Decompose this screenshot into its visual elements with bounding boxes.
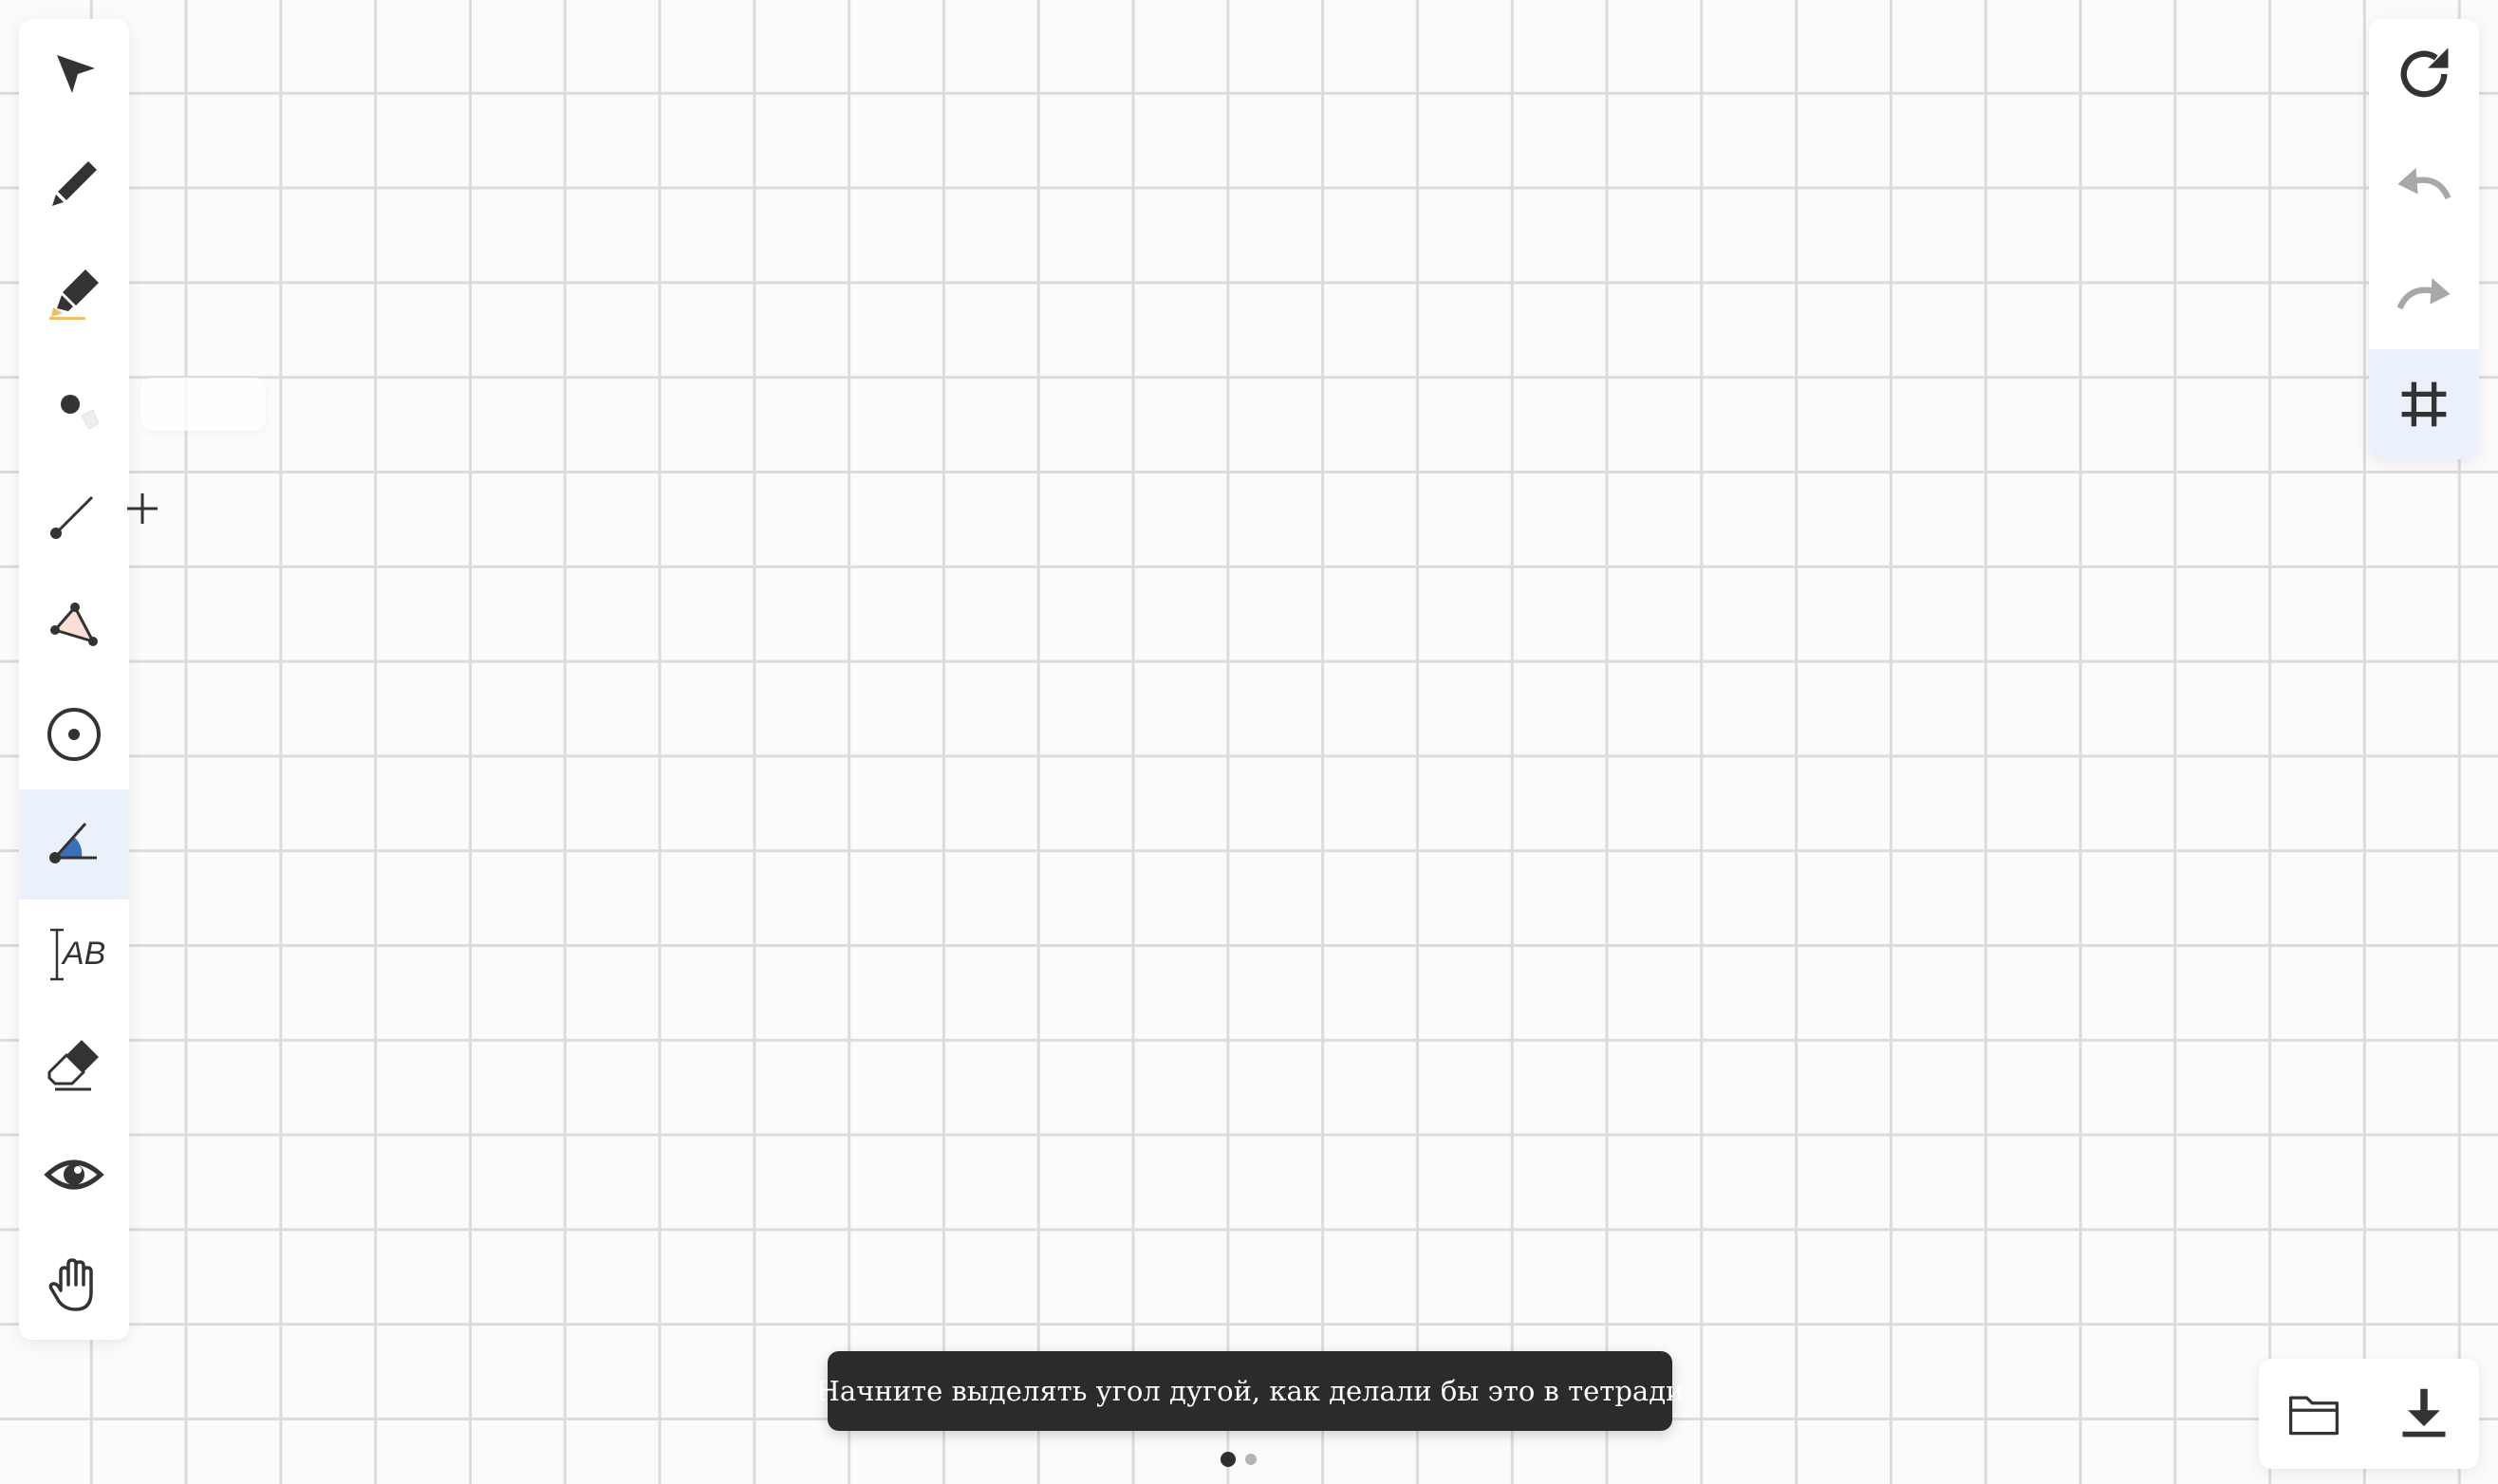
eraser-icon — [47, 1040, 99, 1091]
tool-options-popover — [140, 378, 266, 431]
undo-icon — [2397, 168, 2451, 200]
arrow-pointer-icon — [57, 55, 95, 93]
segment-tool-button[interactable] — [19, 459, 129, 569]
reset-button[interactable] — [2369, 19, 2479, 129]
highlighter-icon — [49, 269, 99, 320]
left-toolbar: AB — [19, 19, 129, 1340]
select-tool-button[interactable] — [19, 19, 129, 129]
pencil-icon — [52, 161, 97, 206]
hint-text: Начните выделять угол дугой, как делали … — [815, 1375, 1685, 1407]
open-file-button[interactable] — [2259, 1359, 2369, 1469]
pager-dot-2[interactable] — [1245, 1454, 1257, 1465]
right-toolbar — [2369, 19, 2479, 459]
hint-toast: Начните выделять угол дугой, как делали … — [816, 1351, 1684, 1431]
redo-icon — [2396, 278, 2451, 310]
refresh-icon — [2400, 47, 2449, 98]
polygon-tool-button[interactable] — [19, 569, 129, 679]
pen-tool-button[interactable] — [19, 129, 129, 239]
highlighter-tool-button[interactable] — [19, 239, 129, 349]
redo-button[interactable] — [2369, 239, 2479, 349]
grid-toggle-button[interactable] — [2369, 349, 2479, 459]
folder-icon — [2288, 1396, 2340, 1436]
text-ab-icon: AB — [50, 928, 104, 981]
undo-button[interactable] — [2369, 129, 2479, 239]
point-icon — [61, 395, 100, 430]
point-tool-button[interactable] — [19, 349, 129, 459]
circle-with-center-icon — [47, 708, 101, 761]
download-button[interactable] — [2369, 1359, 2479, 1469]
angle-tool-button[interactable] — [19, 789, 129, 900]
hand-icon — [48, 1258, 93, 1311]
segment-icon — [50, 495, 94, 539]
pager-dot-1[interactable] — [1221, 1452, 1236, 1467]
eraser-tool-button[interactable] — [19, 1010, 129, 1120]
pan-tool-button[interactable] — [19, 1230, 129, 1340]
circle-tool-button[interactable] — [19, 679, 129, 789]
angle-icon — [49, 823, 97, 863]
crosshair-cursor-icon — [127, 493, 158, 524]
polygon-icon — [50, 603, 98, 646]
eye-icon — [44, 1159, 104, 1190]
grid-hash-icon — [2401, 381, 2447, 427]
text-tool-button[interactable]: AB — [19, 900, 129, 1010]
download-icon — [2402, 1388, 2446, 1438]
drawing-canvas[interactable] — [0, 0, 2498, 1484]
hint-pager — [1221, 1452, 1257, 1467]
file-toolbar — [2259, 1359, 2479, 1469]
text-tool-label: AB — [61, 936, 104, 972]
visibility-tool-button[interactable] — [19, 1120, 129, 1230]
